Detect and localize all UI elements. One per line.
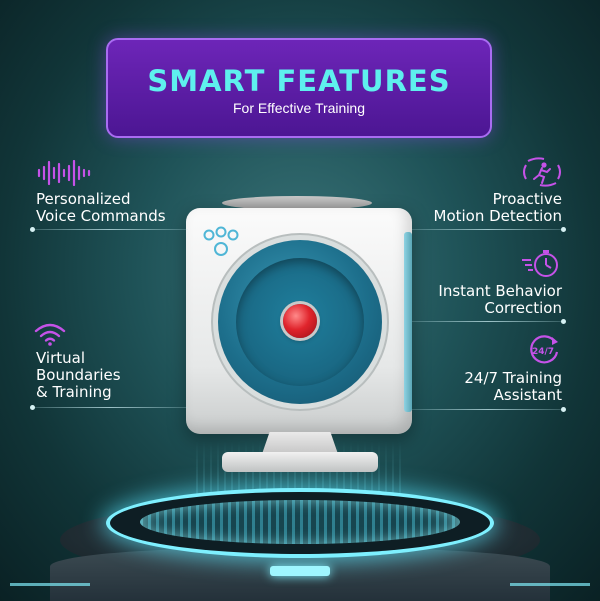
connector-assistant bbox=[412, 407, 566, 412]
platform-left-glow bbox=[10, 583, 90, 586]
24-7-cycle-icon: 24/7 bbox=[530, 335, 559, 364]
stopwatch-icon bbox=[522, 250, 558, 277]
banner-subtitle: For Effective Training bbox=[232, 100, 366, 116]
feature-motion-detection: Proactive Motion Detection bbox=[434, 191, 563, 225]
feature-motion-line2: Motion Detection bbox=[433, 207, 563, 225]
feature-boundaries-line3: & Training bbox=[36, 383, 112, 401]
platform-inner bbox=[140, 500, 460, 544]
running-person-icon bbox=[523, 157, 561, 187]
red-center-button bbox=[283, 304, 317, 338]
sound-wave-icon bbox=[37, 160, 91, 186]
24-7-badge: 24/7 bbox=[532, 347, 554, 357]
platform-light bbox=[270, 566, 330, 576]
feature-motion-line1: Proactive bbox=[492, 190, 562, 208]
feature-boundaries-line1: Virtual bbox=[36, 349, 86, 367]
wifi-signal-icon bbox=[34, 323, 66, 346]
scene: SMART FEATURES For Effective Training Pe… bbox=[0, 0, 600, 601]
feature-training-assistant: 24/7 Training Assistant bbox=[464, 370, 562, 404]
stand-neck bbox=[262, 432, 338, 454]
feature-voice-line2: Voice Commands bbox=[36, 207, 166, 225]
device-side-panel bbox=[404, 232, 412, 412]
title-banner: SMART FEATURES For Effective Training bbox=[106, 38, 492, 138]
feature-assistant-line2: Assistant bbox=[493, 386, 562, 404]
feature-virtual-boundaries: Virtual Boundaries & Training bbox=[36, 350, 121, 401]
connector-voice bbox=[30, 227, 188, 232]
feature-behavior-correction: Instant Behavior Correction bbox=[438, 283, 562, 317]
stand-base bbox=[222, 452, 378, 472]
feature-boundaries-line2: Boundaries bbox=[36, 366, 121, 384]
connector-correction bbox=[412, 319, 566, 324]
feature-correction-line1: Instant Behavior bbox=[438, 282, 562, 300]
paw-print-icon bbox=[203, 226, 239, 256]
connector-motion bbox=[412, 227, 566, 232]
feature-correction-line2: Correction bbox=[484, 299, 562, 317]
platform-right-glow bbox=[510, 583, 590, 586]
feature-assistant-line1: 24/7 Training bbox=[464, 369, 562, 387]
connector-boundaries bbox=[30, 405, 188, 410]
feature-voice-commands: Personalized Voice Commands bbox=[36, 191, 166, 225]
banner-title: SMART FEATURES bbox=[147, 64, 451, 98]
feature-voice-line1: Personalized bbox=[36, 190, 131, 208]
